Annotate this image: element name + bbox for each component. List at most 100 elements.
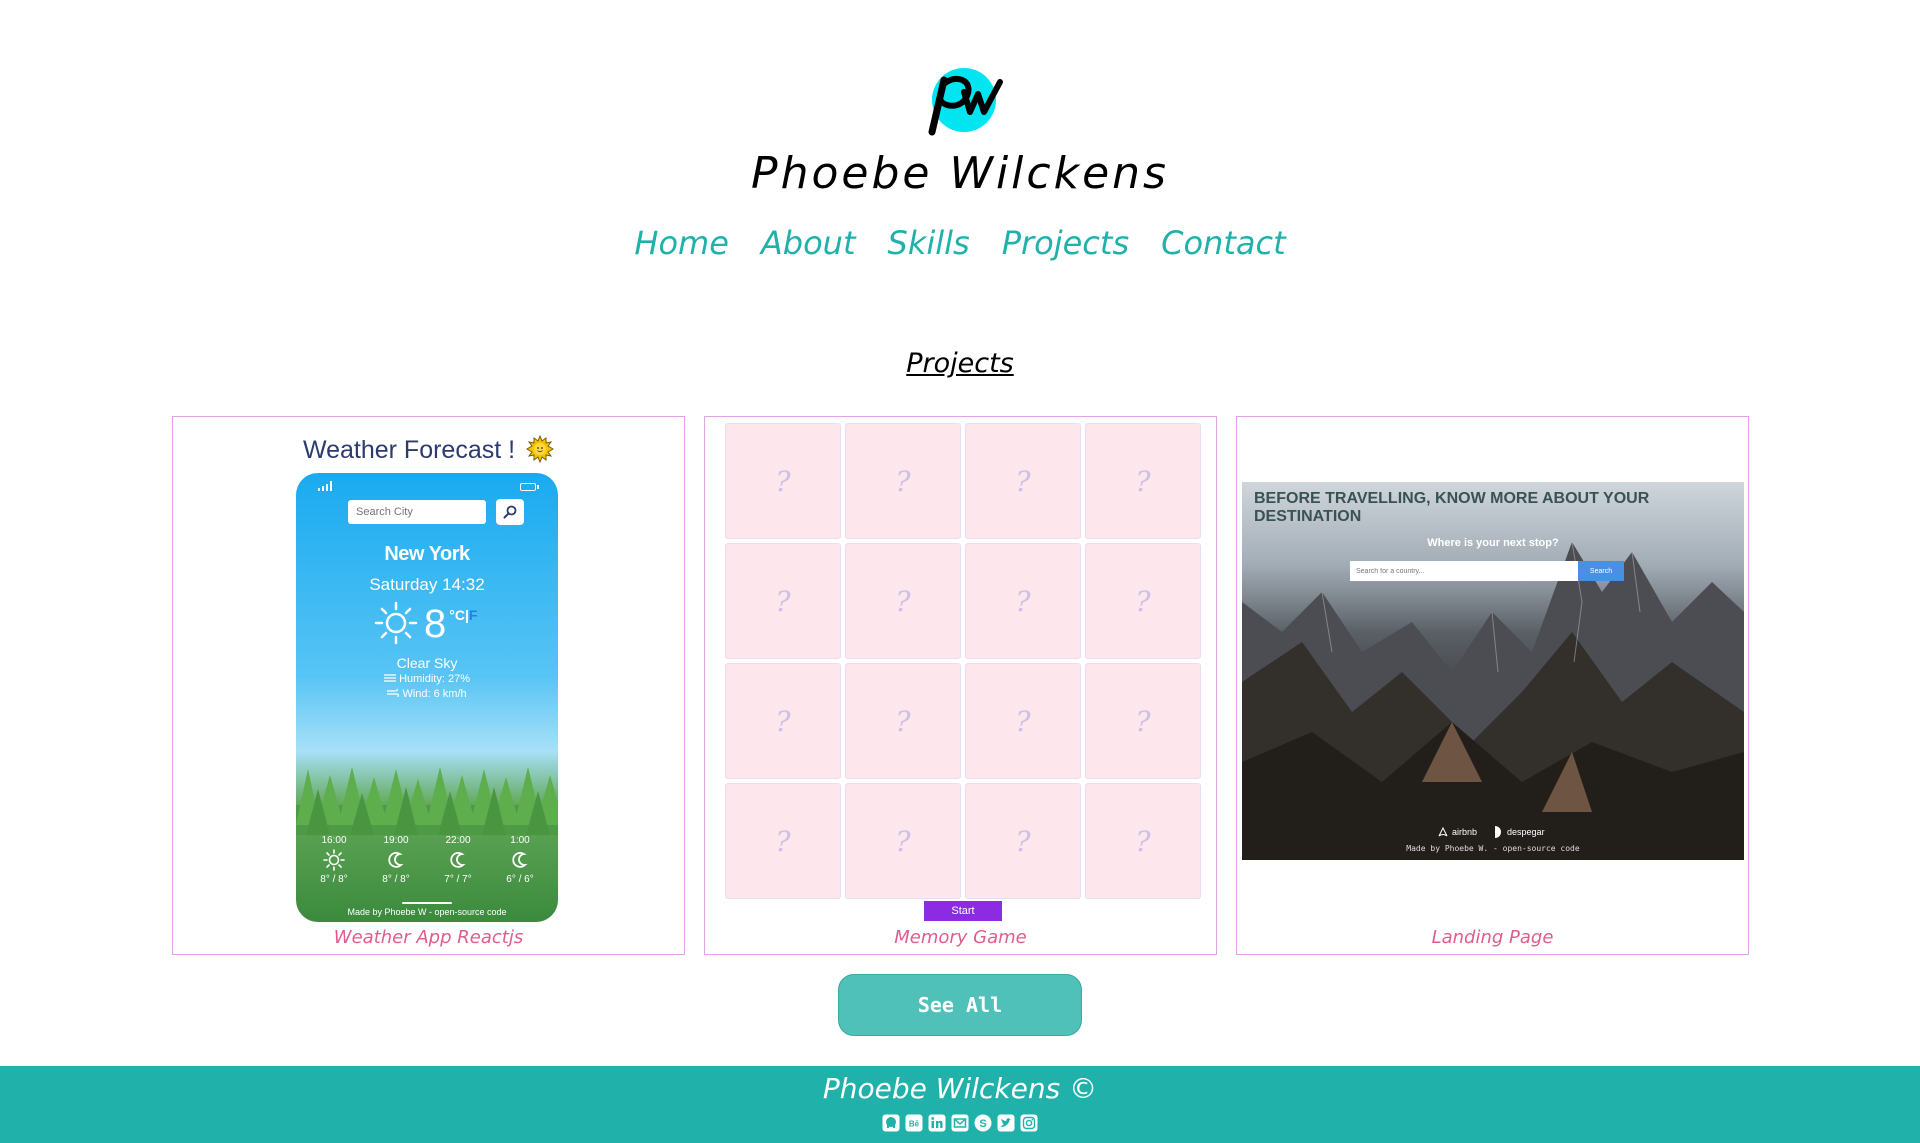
linkedin-icon[interactable]	[928, 1114, 946, 1132]
despegar-logo: despegar	[1493, 826, 1545, 838]
forecast-time: 1:00	[510, 835, 530, 846]
airbnb-logo-text: airbnb	[1452, 827, 1478, 837]
memory-tile[interactable]: ?	[965, 783, 1081, 899]
landing-credit: Made by Phoebe W. - open-source code	[1406, 844, 1580, 853]
weather-city: New York	[384, 543, 470, 565]
github-icon[interactable]	[882, 1114, 900, 1132]
hourly-forecast: 16:00 8° / 8° 19:00 8° / 8° 22:00 7° / 7…	[308, 835, 546, 885]
nav-contact[interactable]: Contact	[1161, 224, 1286, 262]
see-all-button[interactable]: See All	[838, 974, 1082, 1036]
forecast-time: 16:00	[321, 835, 347, 846]
memory-tile[interactable]: ?	[1085, 423, 1201, 539]
memory-tile[interactable]: ?	[1085, 783, 1201, 899]
landing-headline: BEFORE TRAVELLING, KNOW MORE ABOUT YOUR …	[1254, 490, 1650, 525]
forecast-temps: 6° / 6°	[506, 874, 534, 885]
wind-icon	[387, 688, 400, 698]
memory-tile[interactable]: ?	[845, 543, 961, 659]
social-links: Bē S	[0, 1114, 1920, 1132]
footer: Phoebe Wilckens © Bē S	[0, 1066, 1920, 1143]
divider	[402, 902, 452, 904]
weather-date: Saturday 14:32	[369, 575, 485, 594]
moon-icon	[512, 851, 528, 868]
airbnb-icon	[1438, 827, 1448, 837]
memory-tile[interactable]: ?	[965, 423, 1081, 539]
moon-icon	[450, 851, 466, 868]
search-icon	[503, 505, 517, 519]
city-search-input[interactable]	[348, 500, 486, 524]
projects-heading: Projects	[0, 348, 1920, 379]
email-icon[interactable]	[951, 1114, 969, 1132]
airbnb-logo: airbnb	[1438, 827, 1477, 837]
city-search-button[interactable]	[496, 499, 524, 525]
project-caption[interactable]: Memory Game	[705, 927, 1216, 948]
weather-wind: Wind: 6 km/h	[296, 688, 558, 700]
behance-icon[interactable]: Bē	[905, 1114, 923, 1132]
battery-icon	[520, 483, 539, 491]
memory-tile[interactable]: ?	[965, 663, 1081, 779]
unit-toggle[interactable]: °C|F	[449, 607, 477, 623]
weather-description: Clear Sky	[396, 655, 458, 671]
project-caption[interactable]: Weather App Reactjs	[173, 927, 684, 948]
logo-icon	[928, 68, 1003, 136]
humidity-text: Humidity: 27%	[399, 673, 470, 685]
moon-icon	[388, 851, 404, 868]
landing-question: Where is your next stop?	[1427, 537, 1559, 549]
sun-icon	[323, 849, 345, 871]
memory-tile[interactable]: ?	[1085, 663, 1201, 779]
memory-tile[interactable]: ?	[725, 663, 841, 779]
memory-tile[interactable]: ?	[725, 543, 841, 659]
country-search-input[interactable]	[1350, 561, 1578, 581]
sun-emoji-icon	[526, 435, 555, 463]
nav-projects[interactable]: Projects	[1002, 224, 1129, 262]
unit-celsius[interactable]: °C	[449, 607, 465, 623]
memory-tile[interactable]: ?	[965, 543, 1081, 659]
project-caption[interactable]: Landing Page	[1237, 927, 1748, 948]
forecast-item: 19:00 8° / 8°	[370, 835, 422, 885]
memory-tile[interactable]: ?	[725, 423, 841, 539]
project-card-memory-game[interactable]: ? ? ? ? ? ? ? ? ? ? ? ? ? ? ? ? Start Me…	[704, 416, 1217, 955]
start-button[interactable]: Start	[924, 901, 1002, 921]
memory-tile[interactable]: ?	[845, 423, 961, 539]
partner-logos: airbnb despegar	[1438, 826, 1545, 838]
weather-current: 8 °C|F	[374, 601, 477, 647]
site-title: Phoebe Wilckens	[751, 148, 1169, 199]
forecast-item: 22:00 7° / 7°	[432, 835, 484, 885]
forecast-time: 22:00	[445, 835, 471, 846]
weather-title-text: Weather Forecast !	[302, 436, 516, 464]
weather-temperature: 8	[424, 602, 447, 646]
project-card-weather[interactable]: Weather Forecast ! New York Saturday 14:…	[172, 416, 685, 955]
footer-copyright: Phoebe Wilckens ©	[822, 1072, 1098, 1105]
forecast-temps: 8° / 8°	[320, 874, 348, 885]
forecast-temps: 7° / 7°	[444, 874, 472, 885]
weather-phone-mockup: New York Saturday 14:32 8 °C|F Clear Sky…	[296, 473, 558, 922]
svg-text:Bē: Bē	[909, 1120, 920, 1129]
instagram-icon[interactable]	[1020, 1114, 1038, 1132]
memory-tile[interactable]: ?	[725, 783, 841, 899]
nav-skills[interactable]: Skills	[888, 224, 970, 262]
project-card-landing-page[interactable]: BEFORE TRAVELLING, KNOW MORE ABOUT YOUR …	[1236, 416, 1749, 955]
twitter-icon[interactable]	[997, 1114, 1015, 1132]
despegar-icon	[1495, 826, 1502, 838]
skype-icon[interactable]: S	[974, 1114, 992, 1132]
country-search-button[interactable]: Search	[1578, 561, 1624, 581]
weather-preview-title: Weather Forecast !	[173, 435, 684, 465]
forecast-temps: 8° / 8°	[382, 874, 410, 885]
memory-tile[interactable]: ?	[845, 783, 961, 899]
weather-credit: Made by Phoebe W - open-source code	[347, 907, 507, 917]
landing-page-preview: BEFORE TRAVELLING, KNOW MORE ABOUT YOUR …	[1242, 482, 1744, 860]
svg-text:S: S	[979, 1118, 986, 1130]
despegar-logo-text: despegar	[1507, 827, 1545, 837]
forecast-time: 19:00	[383, 835, 409, 846]
nav-about[interactable]: About	[761, 224, 856, 262]
memory-tile[interactable]: ?	[845, 663, 961, 779]
weather-humidity: Humidity: 27%	[296, 673, 558, 685]
trees-illustration	[296, 767, 558, 835]
humidity-icon	[384, 674, 396, 682]
logo[interactable]	[914, 62, 1006, 142]
unit-fahrenheit[interactable]: F	[469, 607, 478, 623]
nav-home[interactable]: Home	[634, 224, 729, 262]
main-nav: Home About Skills Projects Contact	[0, 224, 1920, 262]
memory-tile[interactable]: ?	[1085, 543, 1201, 659]
sun-icon	[374, 601, 418, 645]
projects-heading-text: Projects	[906, 348, 1014, 379]
